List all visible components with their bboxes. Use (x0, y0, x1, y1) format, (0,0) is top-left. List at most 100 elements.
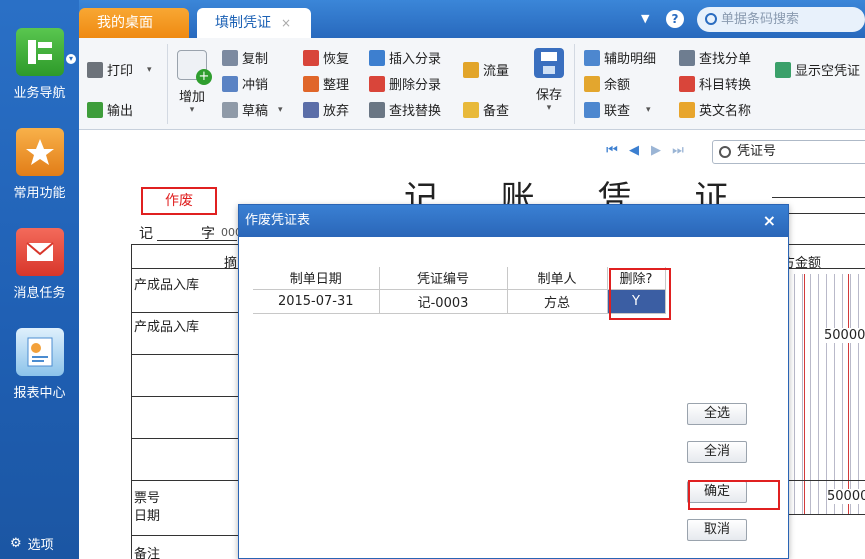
backup-check-button[interactable]: 备查 (463, 100, 509, 119)
delete-entry-label: 删除分录 (389, 78, 442, 93)
find-entry-button[interactable]: 查找分单 (679, 48, 751, 67)
amount-rule (786, 268, 865, 269)
balance-button[interactable]: 余额 (584, 74, 630, 93)
reverse-icon (222, 75, 238, 92)
find-replace-icon (369, 101, 385, 118)
ledger-row-line (131, 480, 241, 481)
close-icon[interactable]: × (763, 205, 776, 237)
ledger-row-summary[interactable]: 产成品入库 (134, 316, 199, 335)
nav-messages[interactable]: 消息任务 (0, 228, 79, 301)
subject-convert-label: 科目转换 (699, 78, 752, 93)
voucher-word: 记 (139, 226, 153, 242)
find-replace-button[interactable]: 查找替换 (369, 100, 441, 119)
export-button[interactable]: 输出 (87, 100, 133, 119)
draft-label: 草稿 (242, 104, 269, 119)
abandon-button[interactable]: 放弃 (303, 100, 349, 119)
ledger-row-summary[interactable]: 产成品入库 (134, 274, 199, 293)
dropdown-arrow-icon[interactable]: ▼ (641, 12, 649, 25)
find-entry-icon (679, 49, 695, 66)
show-empty-icon (775, 61, 791, 78)
copy-icon (222, 49, 238, 66)
report-icon (15, 328, 64, 376)
ticket-number-label: 票号 (134, 491, 161, 506)
help-icon[interactable]: ? (666, 10, 684, 28)
reverse-label: 冲销 (242, 78, 269, 93)
toolbar-divider (167, 44, 168, 124)
flow-button[interactable]: 流量 (463, 60, 509, 79)
left-sidebar: 业务导航 ▾ 常用功能 消息任务 报表中心 ⚙ 选项 (0, 0, 79, 559)
aux-detail-button[interactable]: 辅助明细 (584, 48, 656, 67)
options-button[interactable]: ⚙ 选项 (10, 534, 54, 553)
print-label: 打印 (107, 64, 134, 79)
insert-entry-icon (369, 49, 385, 66)
cell-voucher-no: 记-0003 (379, 289, 508, 314)
void-voucher-table: 制单日期 凭证编号 制单人 删除? 2015-07-31 记-0003 方总 Y (253, 267, 666, 314)
next-record-icon[interactable]: ▶ (648, 143, 664, 159)
tab-fill-voucher[interactable]: 填制凭证 × (197, 8, 311, 38)
title-rule (772, 197, 865, 198)
flow-label: 流量 (483, 64, 510, 79)
linked-check-label: 联查 (604, 104, 631, 119)
deselect-all-button[interactable]: 全消 (687, 441, 747, 463)
chevron-down-icon[interactable]: ▾ (66, 54, 76, 64)
organize-label: 整理 (323, 78, 350, 93)
previous-record-icon[interactable]: ◀ (626, 143, 642, 159)
restore-button[interactable]: 恢复 (303, 48, 349, 67)
voucher-zi: 字 (201, 226, 215, 242)
restore-icon (303, 49, 319, 66)
save-label: 保存 (535, 88, 562, 103)
chevron-down-icon: ▾ (189, 105, 195, 115)
nav-common[interactable]: 常用功能 (0, 128, 79, 201)
delete-entry-button[interactable]: 删除分录 (369, 74, 441, 93)
barcode-search-input[interactable]: 单据条码搜索 (697, 7, 865, 32)
organize-button[interactable]: 整理 (303, 74, 349, 93)
dialog-title: 作废凭证表 (245, 213, 311, 228)
voucher-number-search[interactable]: 凭证号 (712, 140, 865, 164)
column-header-date[interactable]: 制单日期 (253, 267, 380, 290)
english-name-label: 英文名称 (699, 104, 752, 119)
amount-rule (786, 514, 865, 515)
column-header-maker[interactable]: 制单人 (507, 267, 608, 290)
nav-business[interactable]: 业务导航 (0, 28, 79, 101)
linked-check-icon (584, 101, 600, 118)
tab-fill-voucher-label: 填制凭证 (215, 15, 271, 31)
last-record-icon[interactable]: ⏭ (670, 143, 686, 159)
linked-check-button[interactable]: 联查 ▾ (584, 100, 651, 119)
save-button[interactable]: 保存 ▾ (534, 48, 564, 113)
restore-label: 恢复 (323, 52, 350, 67)
printer-icon (87, 61, 103, 78)
chevron-down-icon: ▾ (646, 104, 651, 115)
tab-my-desktop[interactable]: 我的桌面 (79, 8, 189, 38)
add-button[interactable]: + 增加 ▾ (177, 50, 212, 115)
delete-column-highlight (609, 268, 671, 320)
subject-convert-button[interactable]: 科目转换 (679, 74, 751, 93)
reverse-button[interactable]: 冲销 (222, 74, 268, 93)
gear-icon: ⚙ (10, 536, 22, 551)
english-name-button[interactable]: 英文名称 (679, 100, 751, 119)
copy-label: 复制 (242, 52, 269, 67)
select-all-button[interactable]: 全选 (687, 403, 747, 425)
show-empty-label: 显示空凭证 (795, 64, 861, 79)
chevron-down-icon: ▾ (546, 103, 552, 113)
print-button[interactable]: 打印 ▾ (87, 60, 152, 79)
top-bar: 我的桌面 填制凭证 × ▼ ? 单据条码搜索 (79, 0, 865, 38)
business-navigation-icon (15, 28, 64, 76)
balance-label: 余额 (604, 78, 631, 93)
draft-icon (222, 101, 238, 118)
chevron-down-icon: ▾ (147, 64, 152, 75)
delete-entry-icon (369, 75, 385, 92)
table-row[interactable]: 2015-07-31 记-0003 方总 Y (253, 289, 666, 314)
close-icon[interactable]: × (281, 16, 291, 30)
ledger-row-line (131, 438, 241, 439)
cancel-button[interactable]: 取消 (687, 519, 747, 541)
add-icon: + (177, 50, 212, 85)
record-navigation: ⏮ ◀ ▶ ⏭ (604, 143, 686, 159)
draft-button[interactable]: 草稿 ▾ (222, 100, 283, 119)
nav-reports[interactable]: 报表中心 (0, 328, 79, 401)
first-record-icon[interactable]: ⏮ (604, 143, 620, 159)
column-header-voucher-no[interactable]: 凭证编号 (379, 267, 508, 290)
copy-button[interactable]: 复制 (222, 48, 268, 67)
insert-entry-button[interactable]: 插入分录 (369, 48, 441, 67)
show-empty-voucher-button[interactable]: 显示空凭证 (775, 60, 860, 79)
aux-detail-label: 辅助明细 (604, 52, 657, 67)
